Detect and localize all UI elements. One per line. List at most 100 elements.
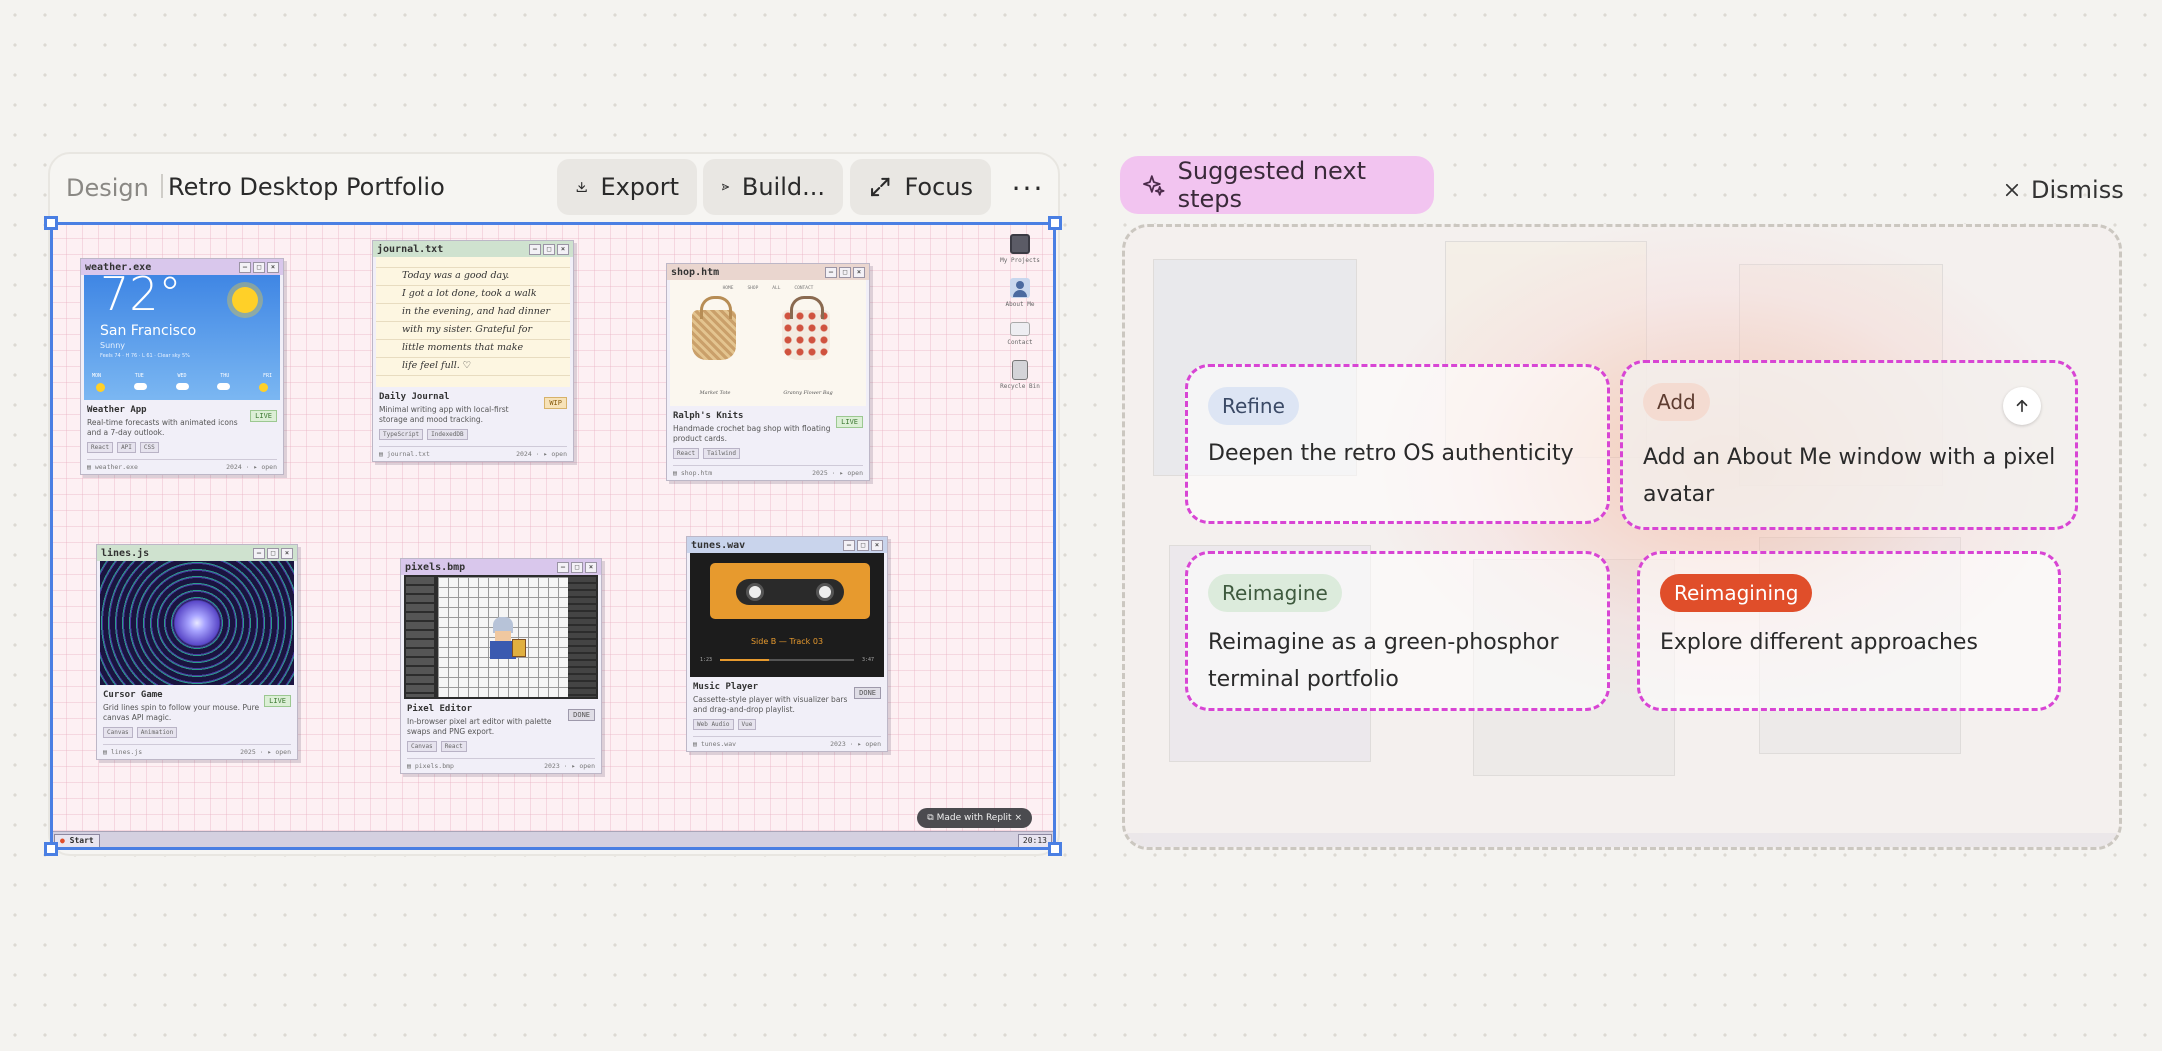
suggestion-card-reimagine[interactable]: Reimagine Reimagine as a green-phosphor … bbox=[1185, 551, 1610, 711]
maximize-icon[interactable]: □ bbox=[571, 561, 583, 573]
desktop-icons: My Projects About Me Contact Recycle Bin bbox=[1000, 234, 1040, 404]
open-link[interactable]: ▸ open bbox=[254, 463, 277, 471]
shop-nav-item[interactable]: CONTACT bbox=[794, 286, 813, 291]
window-controls: – □ × bbox=[239, 261, 279, 273]
minimize-icon[interactable]: – bbox=[529, 243, 541, 255]
project-description: Cassette-style player with visualizer ba… bbox=[693, 695, 848, 714]
tag: API bbox=[117, 442, 136, 453]
pixel-grid[interactable] bbox=[438, 577, 568, 697]
tag: Canvas bbox=[407, 741, 437, 752]
progress-track[interactable] bbox=[720, 659, 854, 661]
journal-preview: Today was a good day. I got a lot done, … bbox=[376, 257, 570, 387]
project-name: Daily Journal bbox=[379, 392, 450, 402]
desktop-icon-projects[interactable]: My Projects bbox=[1000, 234, 1040, 264]
minimize-icon[interactable]: – bbox=[239, 261, 251, 273]
suggestion-card-add[interactable]: Add Add an About Me window with a pixel … bbox=[1620, 360, 2078, 530]
tool-palette bbox=[406, 577, 434, 697]
window-journal[interactable]: journal.txt – □ × Today was a good day. I … bbox=[372, 240, 574, 462]
minimize-icon[interactable]: – bbox=[253, 547, 265, 559]
minimize-icon[interactable]: – bbox=[557, 561, 569, 573]
open-link[interactable]: ▸ open bbox=[544, 450, 567, 458]
close-icon[interactable]: × bbox=[557, 243, 569, 255]
forecast-day: FRI bbox=[262, 373, 272, 379]
window-titlebar[interactable]: lines.js – □ × bbox=[97, 545, 297, 561]
close-icon[interactable]: × bbox=[281, 547, 293, 559]
file-name: tunes.wav bbox=[700, 740, 737, 748]
open-link[interactable]: ▸ open bbox=[572, 762, 595, 770]
window-weather[interactable]: weather.exe – □ × 72° San Francisco Sunny … bbox=[80, 258, 284, 475]
window-titlebar[interactable]: journal.txt – □ × bbox=[373, 241, 573, 257]
more-options-button[interactable]: ··· bbox=[1008, 171, 1048, 205]
window-info: Cursor Game Grid lines spin to follow yo… bbox=[97, 685, 297, 741]
arrow-up-icon bbox=[2016, 399, 2028, 413]
close-icon[interactable]: × bbox=[585, 561, 597, 573]
close-icon[interactable]: × bbox=[853, 266, 865, 278]
project-description: Grid lines spin to follow your mouse. Pu… bbox=[103, 703, 260, 722]
window-titlebar[interactable]: shop.htm – □ × bbox=[667, 264, 869, 280]
design-canvas[interactable]: weather.exe – □ × 72° San Francisco Sunny … bbox=[50, 222, 1056, 850]
window-titlebar[interactable]: weather.exe – □ × bbox=[81, 259, 283, 275]
tag: IndexedDB bbox=[427, 429, 468, 440]
window-footer: ▤ tunes.wav 2023 · ▸ open bbox=[693, 736, 881, 751]
maximize-icon[interactable]: □ bbox=[543, 243, 555, 255]
maximize-icon[interactable]: □ bbox=[839, 266, 851, 278]
maximize-icon[interactable]: □ bbox=[857, 539, 869, 551]
replit-icon: ⧉ bbox=[927, 813, 937, 823]
card-text: Deepen the retro OS authenticity bbox=[1208, 441, 1574, 466]
export-button[interactable]: Export bbox=[557, 159, 697, 215]
shop-nav-item[interactable]: HOME bbox=[723, 286, 734, 291]
close-icon[interactable]: × bbox=[871, 539, 883, 551]
maximize-icon[interactable]: □ bbox=[267, 547, 279, 559]
build-button[interactable]: Build... bbox=[703, 159, 843, 215]
replit-badge-label: Made with Replit bbox=[936, 813, 1012, 823]
project-title[interactable]: Retro Desktop Portfolio bbox=[168, 173, 445, 201]
build-label: Build... bbox=[741, 173, 825, 201]
desktop-icon-contact[interactable]: Contact bbox=[1000, 322, 1040, 346]
ghost-glow bbox=[1125, 227, 2119, 847]
lines-preview bbox=[100, 561, 294, 685]
window-shop[interactable]: shop.htm – □ × HOME SHOP ALL CONTACT Marke… bbox=[666, 263, 870, 481]
shop-nav-item[interactable]: ALL bbox=[772, 286, 780, 291]
window-tunes[interactable]: tunes.wav – □ × Side B — Track 03 1:23 3:4… bbox=[686, 536, 888, 752]
window-lines[interactable]: lines.js – □ × Cursor Game Grid lines spin… bbox=[96, 544, 298, 760]
desktop-icon-about[interactable]: About Me bbox=[1000, 278, 1040, 308]
made-with-replit-badge[interactable]: ⧉ Made with Replit × bbox=[917, 808, 1032, 828]
open-link[interactable]: ▸ open bbox=[840, 469, 863, 477]
minimize-icon[interactable]: – bbox=[843, 539, 855, 551]
more-icon: ··· bbox=[1011, 171, 1045, 205]
project-description: Handmade crochet bag shop with floating … bbox=[673, 424, 831, 443]
desktop-icon-recycle[interactable]: Recycle Bin bbox=[1000, 360, 1040, 390]
start-button[interactable]: ● Start bbox=[54, 834, 100, 848]
desktop-icon-label: About Me bbox=[1005, 301, 1035, 308]
open-link[interactable]: ▸ open bbox=[858, 740, 881, 748]
status-badge: WIP bbox=[544, 397, 567, 409]
replit-close-icon[interactable]: × bbox=[1014, 813, 1022, 823]
window-title: tunes.wav bbox=[691, 539, 746, 551]
product-name: Market Tote bbox=[699, 390, 731, 396]
dismiss-button[interactable]: Dismiss bbox=[2003, 176, 2124, 204]
suggested-label: Suggested next steps bbox=[1177, 157, 1367, 213]
suggested-next-steps-pill: Suggested next steps bbox=[1120, 156, 1434, 214]
focus-button[interactable]: Focus bbox=[850, 159, 991, 215]
open-link[interactable]: ▸ open bbox=[268, 748, 291, 756]
window-titlebar[interactable]: pixels.bmp – □ × bbox=[401, 559, 601, 575]
close-icon[interactable]: × bbox=[267, 261, 279, 273]
maximize-icon[interactable]: □ bbox=[253, 261, 265, 273]
submit-arrow-button[interactable] bbox=[2003, 387, 2041, 425]
weather-temp: 72° bbox=[100, 275, 182, 321]
tote-handle bbox=[700, 296, 732, 319]
window-titlebar[interactable]: tunes.wav – □ × bbox=[687, 537, 887, 553]
shop-nav-item[interactable]: SHOP bbox=[747, 286, 758, 291]
design-header: Design Retro Desktop Portfolio Export Bu… bbox=[60, 156, 1050, 222]
minimize-icon[interactable]: – bbox=[825, 266, 837, 278]
window-footer: ▤ journal.txt 2024 · ▸ open bbox=[379, 446, 567, 461]
suggestion-card-refine[interactable]: Refine Deepen the retro OS authenticity bbox=[1185, 364, 1610, 524]
card-text: Reimagine as a green-phosphor terminal p… bbox=[1208, 630, 1559, 692]
suggestion-card-reimagining[interactable]: Reimagining Explore different approaches bbox=[1637, 551, 2061, 711]
breadcrumb-design[interactable]: Design bbox=[66, 174, 149, 202]
taskbar-clock: 20:13 bbox=[1017, 834, 1052, 848]
start-icon: ● bbox=[60, 836, 70, 845]
window-footer: ▤ shop.htm 2025 · ▸ open bbox=[673, 465, 863, 480]
tag-list: Canvas Animation bbox=[103, 727, 291, 738]
window-pixels[interactable]: pixels.bmp – □ × Pixel Editor In-browser p… bbox=[400, 558, 602, 774]
